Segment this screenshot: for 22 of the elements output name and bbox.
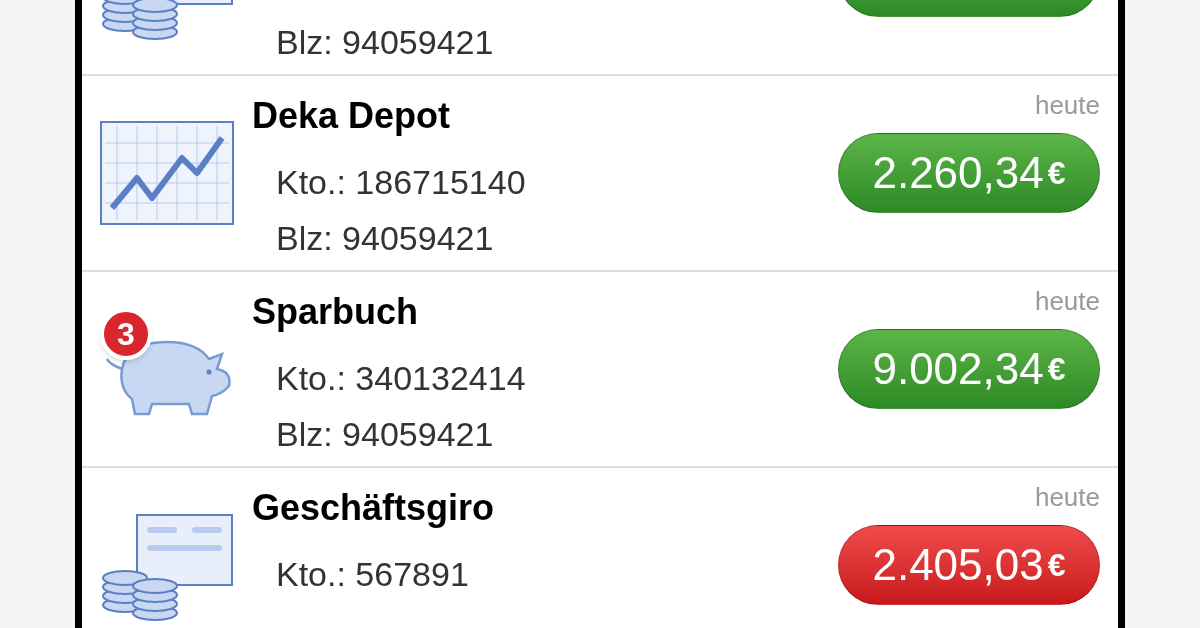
currency-symbol: € (1047, 549, 1066, 581)
date-label: heute (1034, 90, 1100, 120)
chart-icon (97, 118, 237, 228)
balance-pill[interactable]: 2.260,34€ (838, 133, 1100, 213)
balance-amount: 9.002,34 (872, 347, 1044, 391)
account-name: Deka Depot (252, 94, 452, 138)
balance-pill[interactable]: 9.002,34€ (838, 329, 1100, 409)
balance-amount: 2.405,03 (872, 543, 1044, 587)
bank-code: Blz: 94059421 (275, 414, 495, 455)
account-name: Geschäftsgiro (252, 486, 496, 530)
account-name: Sparbuch (252, 290, 420, 334)
balance-amount: 2.260,34 (872, 151, 1044, 195)
bank-code: Blz: 94059421 (275, 218, 495, 259)
account-number: Kto.: 340132414 (275, 358, 527, 399)
balance-pill[interactable]: 2.405,03€ (838, 525, 1100, 605)
account-number: Kto.: 567891 (275, 554, 470, 595)
bank-code: Blz: 94059421 (275, 22, 495, 63)
currency-symbol: € (1047, 353, 1066, 385)
currency-symbol: € (1047, 157, 1066, 189)
date-label: heute (1034, 482, 1100, 512)
account-number: Kto.: 186715140 (275, 162, 527, 203)
date-label: heute (1034, 286, 1100, 316)
